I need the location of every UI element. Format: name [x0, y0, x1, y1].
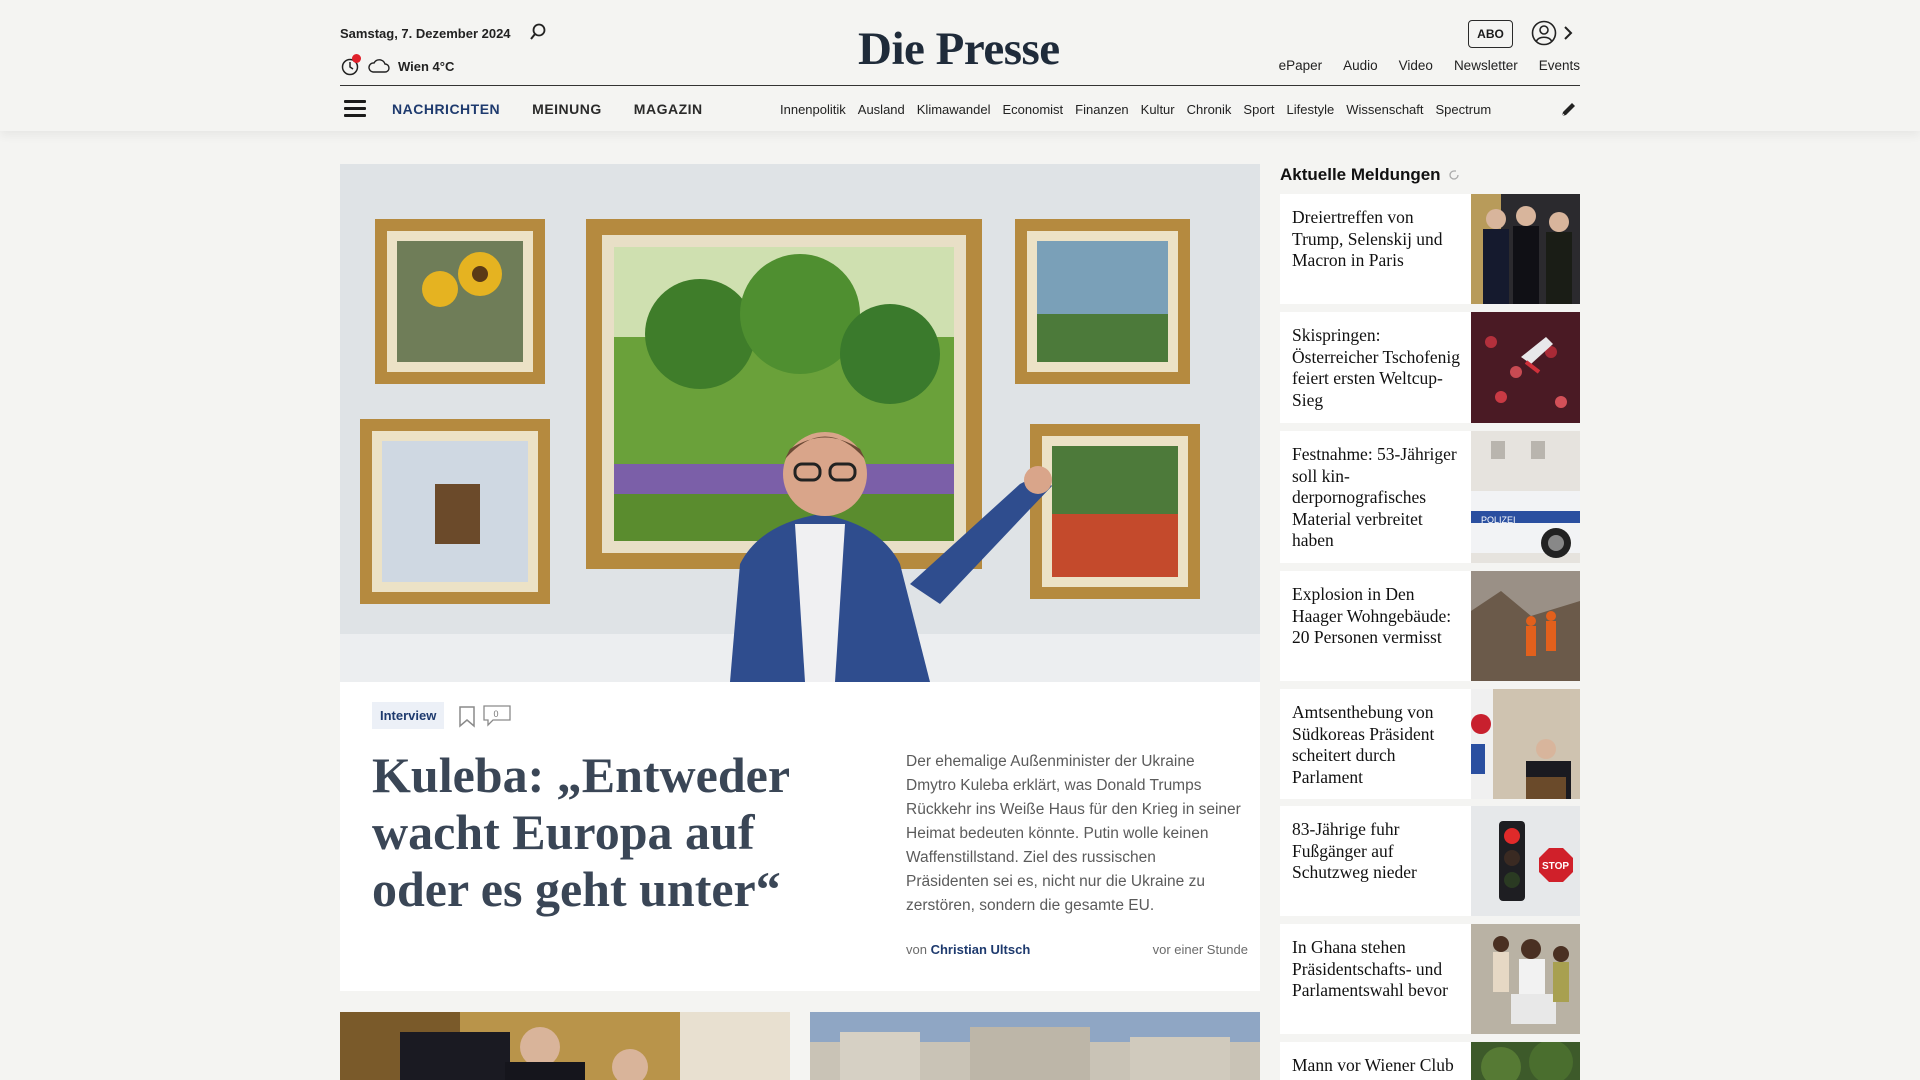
news-item[interactable]: Festnahme: 53-Jähriger soll kin­derporno…: [1280, 431, 1580, 563]
news-item[interactable]: Mann vor Wiener Club lebensgefährlich ve…: [1280, 1042, 1580, 1080]
news-item[interactable]: In Ghana stehen Präsidentschafts- und Pa…: [1280, 924, 1580, 1034]
main-nav: NACHRICHTEN MEINUNG MAGAZIN: [392, 101, 703, 117]
news-item-image: [1471, 312, 1580, 423]
chevron-right-icon: [1564, 26, 1573, 40]
site-logo[interactable]: Die Presse: [858, 22, 1060, 76]
header-divider: [340, 85, 1580, 86]
current-date: Samstag, 7. Dezember 2024: [340, 26, 511, 41]
site-header: Samstag, 7. Dezember 2024 Wien 4°C Die P…: [0, 0, 1920, 131]
link-events[interactable]: Events: [1539, 58, 1580, 73]
section-kultur[interactable]: Kultur: [1141, 102, 1175, 117]
link-audio[interactable]: Audio: [1343, 58, 1378, 73]
byline-prefix: von: [906, 942, 927, 957]
weather-widget: Wien 4°C: [340, 54, 455, 76]
news-item[interactable]: Skispringen: Österreicher Tschofenig fei…: [1280, 312, 1580, 423]
news-item-title: Amtsenthebung von Südkoreas Präsident sc…: [1292, 702, 1435, 787]
section-lifestyle[interactable]: Lifestyle: [1287, 102, 1335, 117]
timestamp: vor einer Stunde: [1152, 942, 1248, 957]
link-video[interactable]: Video: [1399, 58, 1433, 73]
news-item[interactable]: Dreiertreffen von Trump, Selenskij und M…: [1280, 194, 1580, 304]
section-sport[interactable]: Sport: [1243, 102, 1274, 117]
refresh-icon[interactable]: [1447, 168, 1461, 182]
byline: von Christian Ultsch: [906, 942, 1030, 957]
top-links: ePaper Audio Video Newsletter Events: [1279, 58, 1580, 73]
section-spectrum[interactable]: Spectrum: [1436, 102, 1492, 117]
news-item-title: Festnahme: 53-Jähriger soll kin­derporno…: [1292, 444, 1457, 550]
news-item-image: [1471, 194, 1580, 304]
nav-meinung[interactable]: MEINUNG: [532, 101, 602, 117]
pencil-icon[interactable]: [1560, 100, 1578, 118]
section-nav: Innenpolitik Ausland Klimawandel Economist F…: [780, 102, 1542, 117]
svg-text:STOP: STOP: [1542, 861, 1569, 872]
news-item-image: [1471, 571, 1580, 681]
nav-magazin[interactable]: MAGAZIN: [634, 101, 703, 117]
section-innenpolitik[interactable]: Innenpolitik: [780, 102, 846, 117]
news-item-title: Explosion in Den Haager Wohngebäude: 20 …: [1292, 584, 1452, 647]
hero-teaser: Der ehemalige Außenminister der Ukraine …: [906, 753, 1241, 914]
news-item[interactable]: Explosion in Den Haager Wohngebäude: 20 …: [1280, 571, 1580, 681]
menu-icon[interactable]: [344, 100, 366, 118]
search-icon[interactable]: [528, 22, 548, 42]
article-thumbnail[interactable]: [340, 1012, 790, 1080]
news-item-image: POLIZEI: [1471, 431, 1580, 563]
notification-dot: [352, 54, 361, 63]
news-item-title: Dreiertreffen von Trump, Selenskij und M…: [1292, 207, 1443, 270]
account-menu[interactable]: [1531, 20, 1573, 46]
dark-mode-toggle[interactable]: [340, 54, 361, 76]
abo-button[interactable]: ABO: [1468, 20, 1513, 48]
link-epaper[interactable]: ePaper: [1279, 58, 1323, 73]
section-economist[interactable]: Economist: [1002, 102, 1063, 117]
nav-nachrichten[interactable]: NACHRICHTEN: [392, 101, 500, 117]
sidebar-title-text: Aktuelle Meldungen: [1280, 165, 1441, 184]
news-item-image: [1471, 689, 1580, 799]
svg-text:POLIZEI: POLIZEI: [1481, 515, 1516, 525]
news-item-title: Skispringen: Österreicher Tschofenig fei…: [1292, 325, 1461, 410]
news-item-image: [1471, 924, 1580, 1034]
section-chronik[interactable]: Chronik: [1187, 102, 1232, 117]
news-item-title: Mann vor Wiener Club lebensgefährlich ve…: [1292, 1055, 1454, 1080]
hero-headline[interactable]: Kuleba: „Entweder wacht Europa auf oder …: [372, 747, 832, 918]
section-ausland[interactable]: Ausland: [858, 102, 905, 117]
news-item-title: 83-Jährige fuhr Fußgänger auf Schutzweg …: [1292, 819, 1417, 882]
article-thumbnail[interactable]: [810, 1012, 1260, 1080]
news-item[interactable]: Amtsenthebung von Südkoreas Präsident sc…: [1280, 689, 1580, 799]
cloud-icon: [368, 59, 390, 73]
news-item[interactable]: 83-Jährige fuhr Fußgänger auf Schutzweg …: [1280, 806, 1580, 916]
user-icon: [1531, 20, 1557, 46]
section-finanzen[interactable]: Finanzen: [1075, 102, 1128, 117]
comment-count: 0: [493, 709, 499, 719]
comment-button[interactable]: 0: [483, 705, 511, 727]
author-link[interactable]: Christian Ultsch: [931, 942, 1031, 957]
news-item-image: [1471, 1042, 1580, 1080]
news-item-image: STOP: [1471, 806, 1580, 916]
section-klimawandel[interactable]: Klimawandel: [917, 102, 991, 117]
link-newsletter[interactable]: Newsletter: [1454, 58, 1518, 73]
article-tag[interactable]: Interview: [372, 702, 445, 729]
hero-image[interactable]: [340, 164, 1260, 682]
sidebar-title: Aktuelle Meldungen: [1280, 165, 1461, 185]
hero-article: Interview 0 Kuleba: „Entweder wacht Euro…: [340, 164, 1260, 991]
weather-label: Wien 4°C: [398, 58, 455, 74]
bookmark-icon[interactable]: [458, 706, 476, 728]
news-item-title: In Ghana stehen Präsidentschafts- und Pa…: [1292, 937, 1448, 1000]
section-wissenschaft[interactable]: Wissenschaft: [1346, 102, 1423, 117]
